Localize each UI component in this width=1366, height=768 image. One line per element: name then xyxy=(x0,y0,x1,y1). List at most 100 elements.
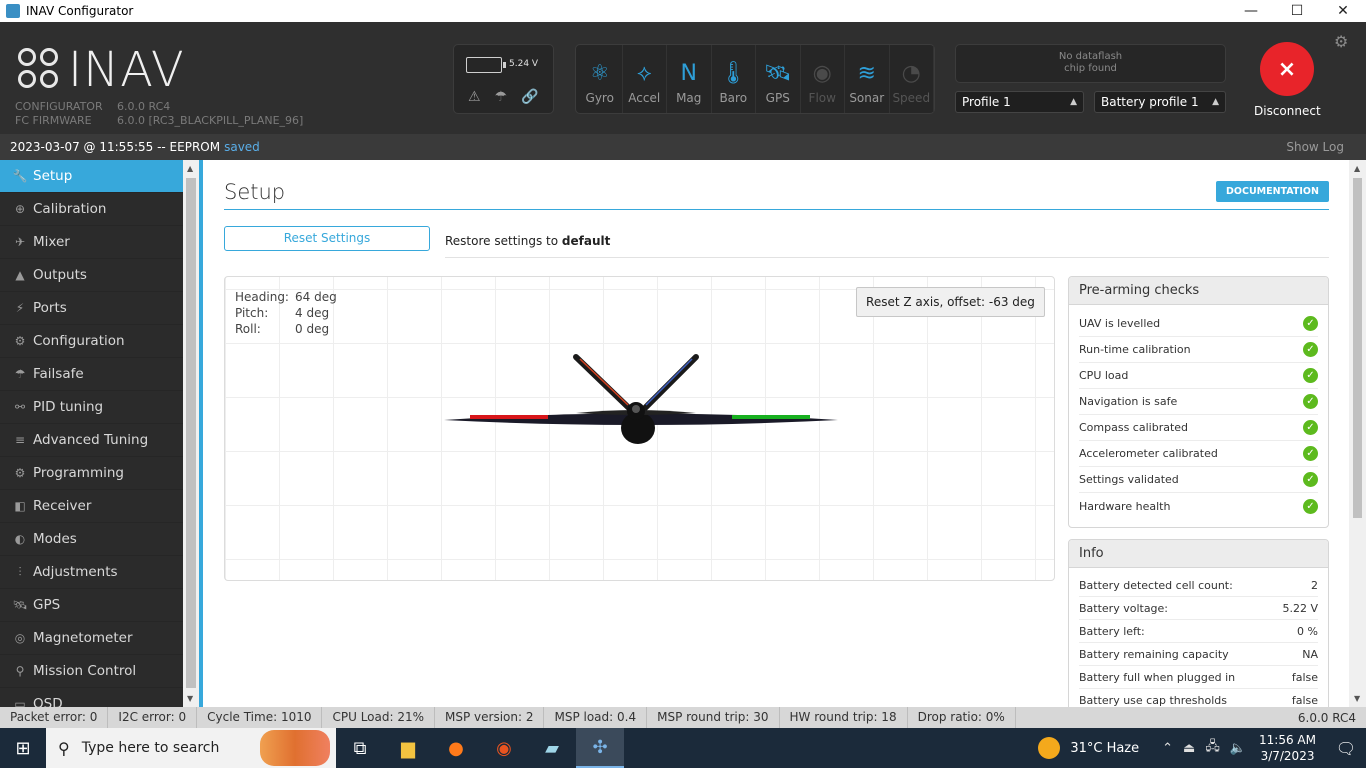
sidebar-item-programming[interactable]: ⚙ Programming xyxy=(0,457,183,490)
check-ok-icon: ✓ xyxy=(1303,342,1318,357)
battery-profile-select[interactable]: Battery profile 1 ▲ xyxy=(1094,91,1226,113)
minimize-button[interactable]: — xyxy=(1228,0,1274,22)
sidebar-item-gps[interactable]: 🛰 GPS xyxy=(0,589,183,622)
taskbar-clock[interactable]: 11:56 AM 3/7/2023 xyxy=(1259,732,1316,764)
sidebar-item-label: Configuration xyxy=(33,333,125,349)
scroll-up-icon[interactable]: ▲ xyxy=(1354,164,1360,173)
sidebar-item-mixer[interactable]: ✈ Mixer xyxy=(0,226,183,259)
info-value: false xyxy=(1291,670,1318,684)
documentation-button[interactable]: DOCUMENTATION xyxy=(1216,181,1329,202)
notifications-icon[interactable]: 🗨 xyxy=(1326,739,1366,758)
check-label: Compass calibrated xyxy=(1079,421,1189,434)
sensor-label: Baro xyxy=(719,91,748,105)
sidebar-item-label: GPS xyxy=(33,597,61,613)
advanced-tuning-icon: ≡ xyxy=(14,433,26,447)
network-icon[interactable]: 🖧 xyxy=(1205,737,1220,759)
version-info: CONFIGURATOR 6.0.0 RC4 FC FIRMWARE 6.0.0 [… xyxy=(15,100,303,128)
notepad-icon[interactable]: ▰ xyxy=(528,728,576,768)
accel-icon: ⟡ xyxy=(636,61,652,86)
sidebar-item-configuration[interactable]: ⚙ Configuration xyxy=(0,325,183,358)
weather-widget[interactable]: 31°C Haze xyxy=(1038,737,1139,759)
outputs-icon: ▲ xyxy=(15,268,25,282)
compass-icon: ◎ xyxy=(14,631,26,645)
attitude-row: Heading: 64 deg xyxy=(235,289,337,305)
sidebar-item-failsafe[interactable]: ☂ Failsafe xyxy=(0,358,183,391)
sidebar-item-osd[interactable]: ▭ OSD xyxy=(0,688,183,707)
restore-label: Restore settings to xyxy=(445,234,559,248)
status-version: 6.0.0 RC4 xyxy=(1297,710,1356,725)
inav-taskbar-icon[interactable]: ✣ xyxy=(576,728,624,768)
info-value: 5.22 V xyxy=(1282,601,1318,615)
windows-start-icon[interactable]: ⊞ xyxy=(0,728,46,768)
sidebar-scroll-thumb[interactable] xyxy=(186,178,196,688)
file-explorer-icon[interactable]: ▆ xyxy=(384,728,432,768)
disconnect-button[interactable]: ⨯ Disconnect xyxy=(1254,42,1321,118)
sidebar-item-ports[interactable]: ⚡ Ports xyxy=(0,292,183,325)
check-ok-icon: ✓ xyxy=(1303,472,1318,487)
reset-settings-button[interactable]: Reset Settings xyxy=(224,226,430,251)
sidebar-item-pid-tuning[interactable]: ⚯ PID tuning xyxy=(0,391,183,424)
settings-gear-icon[interactable]: ⚙ xyxy=(1334,32,1348,51)
check-label: Accelerometer calibrated xyxy=(1079,447,1218,460)
volume-icon[interactable]: 🔈 xyxy=(1230,741,1246,756)
status-item: MSP version: 2 xyxy=(435,707,545,728)
firmware-label: FC FIRMWARE xyxy=(15,114,92,127)
search-placeholder: Type here to search xyxy=(81,740,220,756)
task-view-icon[interactable]: ⧉ xyxy=(336,728,384,768)
restore-divider xyxy=(445,257,1329,258)
firefox-icon[interactable]: ● xyxy=(432,728,480,768)
scroll-up-icon[interactable]: ▲ xyxy=(187,164,193,173)
updown-arrow-icon: ▲ xyxy=(1070,97,1077,107)
taskbar-search[interactable]: ⚲ Type here to search xyxy=(46,728,336,768)
satellite-icon: 🛰 xyxy=(12,598,28,612)
prearming-title: Pre-arming checks xyxy=(1069,277,1328,305)
sensor-speed: ◔ Speed xyxy=(890,45,934,113)
sidebar-item-modes[interactable]: ◐ Modes xyxy=(0,523,183,556)
close-button[interactable]: ✕ xyxy=(1320,0,1366,22)
chevron-up-icon[interactable]: ⌃ xyxy=(1162,741,1173,756)
sidebar-item-outputs[interactable]: ▲ Outputs xyxy=(0,259,183,292)
status-item: Packet error: 0 xyxy=(0,707,109,728)
failsafe-parachute-icon: ☂ xyxy=(494,89,508,105)
info-label: Battery remaining capacity xyxy=(1079,647,1229,661)
usb-tray-icon[interactable]: ⏏ xyxy=(1183,741,1195,756)
ubuntu-icon[interactable]: ◉ xyxy=(480,728,528,768)
restore-text: Restore settings to default xyxy=(445,234,610,248)
model-view: Heading: 64 deg Pitch: 4 deg Roll: 0 deg Rese… xyxy=(224,276,1055,581)
maximize-button[interactable]: ☐ xyxy=(1274,0,1320,22)
sidebar-item-advanced-tuning[interactable]: ≡ Advanced Tuning xyxy=(0,424,183,457)
sensor-gyro: ⚛ Gyro xyxy=(578,45,623,113)
sidebar-item-receiver[interactable]: ◧ Receiver xyxy=(0,490,183,523)
receiver-icon: ◧ xyxy=(14,499,26,513)
sensor-label: Mag xyxy=(676,91,702,105)
info-row: Battery use cap thresholds false xyxy=(1079,689,1318,707)
main-scroll-thumb[interactable] xyxy=(1353,178,1362,518)
info-label: Battery detected cell count: xyxy=(1079,578,1233,592)
main-scrollbar[interactable]: ▲ ▼ xyxy=(1349,160,1366,707)
check-ok-icon: ✓ xyxy=(1303,368,1318,383)
usb-disconnect-icon: ⨯ xyxy=(1260,42,1314,96)
check-ok-icon: ✓ xyxy=(1303,498,1318,514)
info-label: Battery left: xyxy=(1079,624,1145,638)
sidebar-item-magnetometer[interactable]: ◎ Magnetometer xyxy=(0,622,183,655)
sidebar-item-adjustments[interactable]: ⫶ Adjustments xyxy=(0,556,183,589)
sonar-icon: ≋ xyxy=(857,61,876,86)
scroll-down-icon[interactable]: ▼ xyxy=(187,694,193,703)
sensor-status-bar: ⚛ Gyro ⟡ Accel N Mag 🌡 Baro 🛰 GPS ◉ Flow ≋ Sonar ◔ Spee… xyxy=(575,44,935,114)
scroll-down-icon[interactable]: ▼ xyxy=(1354,694,1360,703)
sidebar-item-calibration[interactable]: ⊕ Calibration xyxy=(0,193,183,226)
sidebar-item-mission-control[interactable]: ⚲ Mission Control xyxy=(0,655,183,688)
sidebar-item-label: Mixer xyxy=(33,234,70,250)
attitude-readout: Heading: 64 deg Pitch: 4 deg Roll: 0 deg xyxy=(235,289,337,337)
plug-icon: ⚡ xyxy=(15,301,25,315)
weather-text: 31°C Haze xyxy=(1070,740,1140,756)
prearming-check-row: Run-time calibration ✓ xyxy=(1079,337,1318,363)
info-row: Battery voltage: 5.22 V xyxy=(1079,597,1318,620)
show-log-link[interactable]: Show Log xyxy=(1286,140,1344,154)
sidebar-item-setup[interactable]: 🔧 Setup xyxy=(0,160,183,193)
sidebar-scrollbar[interactable]: ▲ ▼ xyxy=(183,160,199,707)
profile-select[interactable]: Profile 1 ▲ xyxy=(955,91,1084,113)
window-title: INAV Configurator xyxy=(26,4,134,18)
check-label: Navigation is safe xyxy=(1079,395,1178,408)
reset-z-axis-button[interactable]: Reset Z axis, offset: -63 deg xyxy=(856,287,1045,317)
